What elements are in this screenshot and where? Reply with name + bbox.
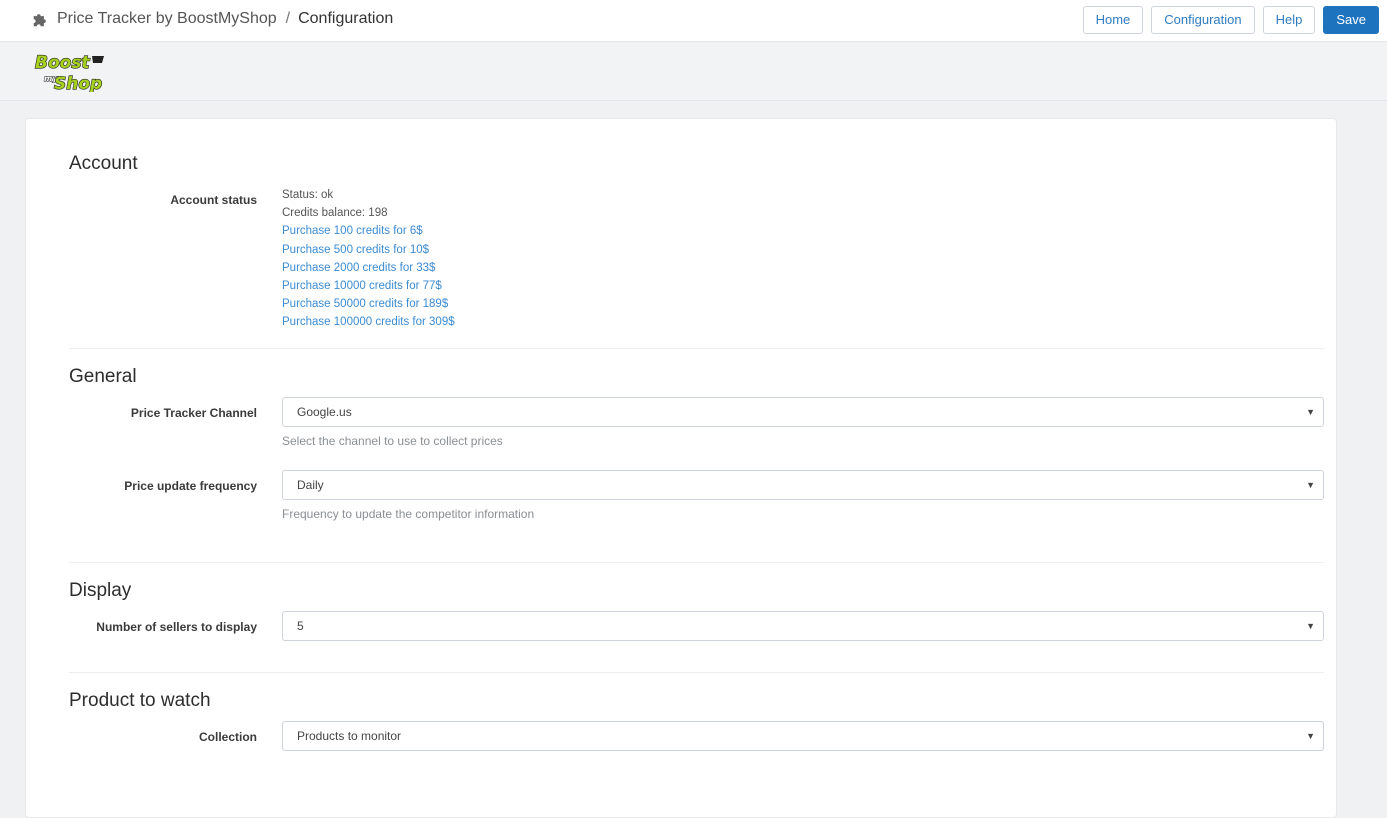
configuration-card: Account Account status Status: ok Credit… — [25, 118, 1337, 818]
purchase-link-10000[interactable]: Purchase 10000 credits for 77$ — [282, 277, 455, 295]
home-button[interactable]: Home — [1082, 6, 1144, 34]
app-name[interactable]: Price Tracker by BoostMyShop — [57, 10, 277, 28]
sellers-selected-value: 5 — [297, 619, 304, 633]
divider — [69, 672, 1324, 673]
logo-line1: Boost — [35, 53, 90, 73]
breadcrumb: Price Tracker by BoostMyShop / Configura… — [32, 10, 393, 28]
puzzle-piece-icon — [33, 13, 46, 26]
account-status-label: Account status — [170, 193, 257, 207]
section-account-title: Account — [69, 153, 138, 174]
divider — [69, 562, 1324, 563]
collection-label: Collection — [198, 730, 257, 744]
caret-down-icon: ▼ — [1306, 407, 1315, 417]
caret-down-icon: ▼ — [1306, 621, 1315, 631]
number-of-sellers-label: Number of sellers to display — [96, 620, 257, 634]
help-button[interactable]: Help — [1262, 6, 1316, 34]
purchase-link-100000[interactable]: Purchase 100000 credits for 309$ — [282, 313, 455, 331]
boostmyshop-logo[interactable]: Boost my Shop — [32, 50, 110, 92]
section-general-title: General — [69, 366, 137, 387]
configuration-button[interactable]: Configuration — [1151, 6, 1255, 34]
purchase-link-50000[interactable]: Purchase 50000 credits for 189$ — [282, 295, 455, 313]
price-tracker-channel-label: Price Tracker Channel — [130, 406, 257, 420]
collection-select[interactable]: Products to monitor ▼ — [282, 721, 1324, 751]
logo-bar: Boost my Shop — [0, 43, 1387, 101]
price-update-frequency-label: Price update frequency — [124, 479, 257, 493]
frequency-selected-value: Daily — [297, 478, 324, 492]
number-of-sellers-select[interactable]: 5 ▼ — [282, 611, 1324, 641]
header-buttons: Home Configuration Help Save — [1075, 6, 1379, 34]
status-text: Status: ok — [282, 189, 334, 201]
top-bar: Price Tracker by BoostMyShop / Configura… — [0, 0, 1387, 42]
section-product-title: Product to watch — [69, 690, 211, 711]
caret-down-icon: ▼ — [1306, 731, 1315, 741]
price-update-frequency-select[interactable]: Daily ▼ — [282, 470, 1324, 500]
section-display-title: Display — [69, 580, 132, 601]
frequency-help-text: Frequency to update the competitor infor… — [282, 507, 535, 521]
caret-down-icon: ▼ — [1306, 480, 1315, 490]
account-status-values: Status: ok Credits balance: 198 Purchase… — [282, 186, 455, 332]
purchase-link-2000[interactable]: Purchase 2000 credits for 33$ — [282, 259, 455, 277]
collection-selected-value: Products to monitor — [297, 729, 402, 743]
channel-selected-value: Google.us — [297, 405, 352, 419]
price-tracker-channel-select[interactable]: Google.us ▼ — [282, 397, 1324, 427]
credits-balance: Credits balance: 198 — [282, 207, 388, 220]
purchase-link-100[interactable]: Purchase 100 credits for 6$ — [282, 222, 455, 240]
page-title: Configuration — [298, 10, 394, 27]
channel-help-text: Select the channel to use to collect pri… — [282, 434, 503, 448]
logo-line2: Shop — [54, 74, 102, 92]
divider — [69, 348, 1324, 349]
breadcrumb-separator: / — [285, 10, 291, 27]
purchase-link-500[interactable]: Purchase 500 credits for 10$ — [282, 241, 455, 259]
save-button[interactable]: Save — [1323, 6, 1379, 34]
